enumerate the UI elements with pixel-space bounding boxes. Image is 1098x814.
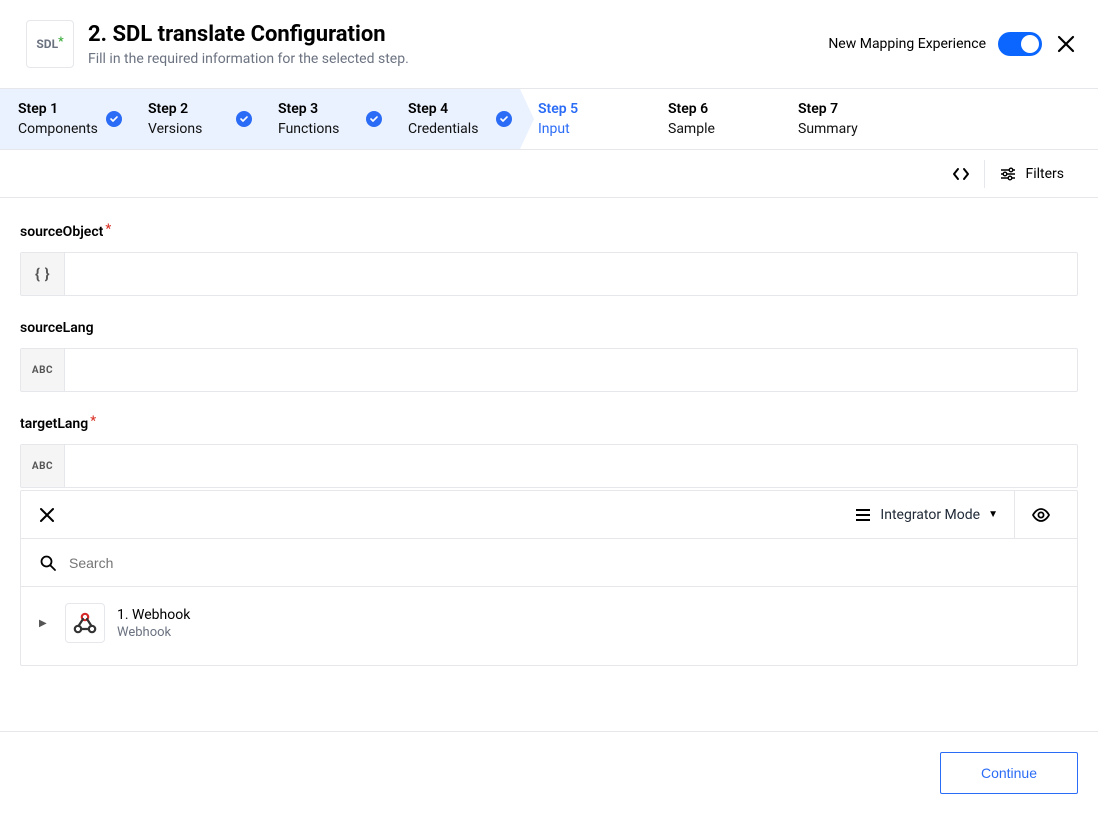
close-icon[interactable] [1054, 32, 1078, 56]
step-sub: Sample [668, 121, 758, 137]
picker-item-webhook[interactable]: ▶ 1. Webhook Webhook [39, 603, 1059, 643]
step-sub: Summary [798, 121, 888, 137]
field-targetLang: targetLang * ABC Integrator Mo [20, 416, 1078, 666]
value-picker: Integrator Mode ▼ ▶ [20, 490, 1078, 666]
step-input[interactable]: Step 5 Input [520, 89, 650, 149]
step-sub: Versions [148, 121, 238, 137]
expand-caret-icon[interactable]: ▶ [39, 618, 53, 629]
picker-close-icon[interactable] [39, 507, 55, 523]
search-icon [39, 554, 57, 572]
step-sub: Input [538, 121, 628, 137]
step-sub: Functions [278, 121, 368, 137]
header-right: New Mapping Experience [828, 32, 1078, 56]
required-marker: * [105, 222, 111, 237]
field-sourceLang: sourceLang ABC [20, 320, 1078, 392]
page-title: 2. SDL translate Configuration [88, 22, 814, 47]
mode-selector[interactable]: Integrator Mode ▼ [838, 491, 1014, 538]
picker-search [21, 539, 1077, 587]
input-wrapper: { } [20, 252, 1078, 296]
filters-label: Filters [1025, 166, 1064, 182]
step-components[interactable]: Step 1 Components [0, 89, 130, 149]
code-toggle-button[interactable] [938, 150, 984, 197]
sourceLang-input[interactable] [65, 349, 1077, 391]
picker-item-text: 1. Webhook Webhook [117, 607, 190, 640]
step-sub: Components [18, 121, 108, 137]
form-area: sourceObject * { } sourceLang ABC target… [0, 198, 1098, 666]
step-title: Step 5 [538, 101, 628, 117]
page-subtitle: Fill in the required information for the… [88, 51, 814, 67]
webhook-icon [65, 603, 105, 643]
toolbar: Filters [0, 150, 1098, 198]
step-title: Step 4 [408, 101, 498, 117]
step-title: Step 3 [278, 101, 368, 117]
header: SDL* 2. SDL translate Configuration Fill… [0, 0, 1098, 88]
list-icon [854, 506, 872, 524]
step-sample[interactable]: Step 6 Sample [650, 89, 780, 149]
continue-button[interactable]: Continue [940, 752, 1078, 794]
step-title: Step 7 [798, 101, 888, 117]
sdl-logo: SDL* [26, 20, 74, 68]
check-icon [496, 111, 512, 127]
check-icon [106, 111, 122, 127]
step-functions[interactable]: Step 3 Functions [260, 89, 390, 149]
check-icon [366, 111, 382, 127]
sourceObject-input[interactable] [65, 253, 1077, 295]
type-badge-string: ABC [21, 445, 65, 487]
type-badge-string: ABC [21, 349, 65, 391]
eye-icon [1031, 505, 1051, 525]
field-label: sourceObject * [20, 224, 1078, 240]
step-versions[interactable]: Step 2 Versions [130, 89, 260, 149]
toggle-knob [1021, 35, 1039, 53]
targetLang-input[interactable] [65, 445, 1077, 487]
input-wrapper: ABC [20, 348, 1078, 392]
mapping-experience-toggle[interactable] [998, 32, 1042, 56]
picker-item-subtitle: Webhook [117, 625, 190, 640]
mode-label: Integrator Mode [880, 507, 980, 523]
step-title: Step 2 [148, 101, 238, 117]
sliders-icon [999, 165, 1017, 183]
filters-button[interactable]: Filters [985, 150, 1078, 197]
picker-header: Integrator Mode ▼ [21, 491, 1077, 539]
step-title: Step 6 [668, 101, 758, 117]
chevron-down-icon: ▼ [988, 509, 998, 520]
step-credentials[interactable]: Step 4 Credentials [390, 89, 520, 149]
field-sourceObject: sourceObject * { } [20, 224, 1078, 296]
logo-text: SDL [36, 37, 58, 51]
input-wrapper: ABC [20, 444, 1078, 488]
check-icon [236, 111, 252, 127]
title-block: 2. SDL translate Configuration Fill in t… [88, 22, 814, 67]
footer: Continue [0, 731, 1098, 814]
step-sub: Credentials [408, 121, 498, 137]
step-summary[interactable]: Step 7 Summary [780, 89, 910, 149]
stepper: Step 1 Components Step 2 Versions Step 3… [0, 88, 1098, 150]
picker-item-title: 1. Webhook [117, 607, 190, 623]
field-label: targetLang * [20, 416, 1078, 432]
preview-button[interactable] [1014, 491, 1059, 538]
code-icon [952, 165, 970, 183]
type-badge-object: { } [21, 253, 65, 295]
required-marker: * [90, 414, 96, 429]
step-title: Step 1 [18, 101, 108, 117]
picker-search-input[interactable] [69, 555, 1059, 571]
field-label: sourceLang [20, 320, 1078, 336]
picker-body: ▶ 1. Webhook Webhook [21, 587, 1077, 665]
mapping-experience-label: New Mapping Experience [828, 36, 986, 52]
logo-star: * [58, 34, 63, 48]
